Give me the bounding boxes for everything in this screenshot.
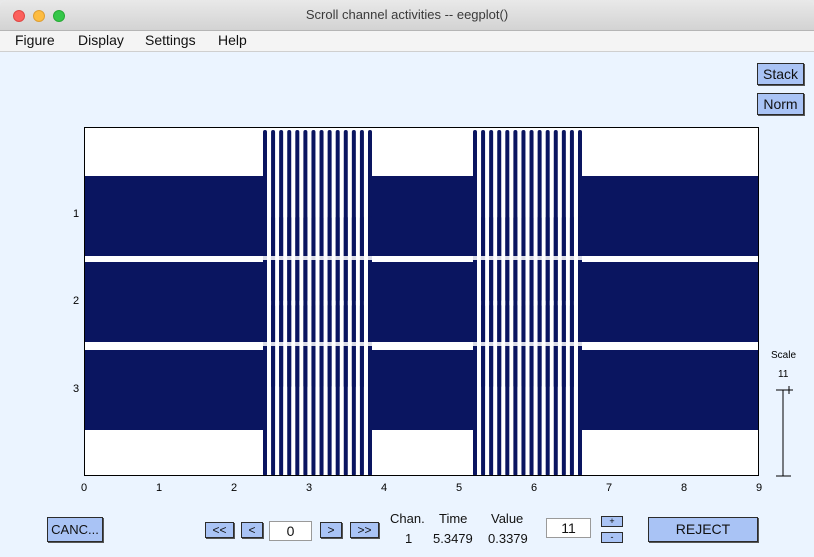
burst-spike bbox=[359, 304, 364, 475]
burst-spike bbox=[271, 304, 276, 475]
burst-spike bbox=[578, 304, 582, 475]
menu-display[interactable]: Display bbox=[78, 32, 124, 48]
burst-spike bbox=[545, 304, 550, 475]
burst-spike bbox=[513, 304, 518, 475]
stack-button[interactable]: Stack bbox=[757, 63, 804, 85]
burst-spike bbox=[295, 304, 300, 475]
eeg-plot-area[interactable] bbox=[84, 127, 759, 476]
x-tick-label: 5 bbox=[456, 482, 463, 494]
x-tick-label: 7 bbox=[606, 482, 613, 494]
x-tick-label: 3 bbox=[306, 482, 313, 494]
scale-field[interactable]: 11 bbox=[546, 518, 591, 538]
burst-spike bbox=[319, 304, 324, 475]
x-tick-label: 9 bbox=[756, 482, 763, 494]
menu-figure[interactable]: Figure bbox=[15, 32, 55, 48]
scroll-prev-button[interactable]: < bbox=[241, 522, 263, 538]
trace-band bbox=[85, 262, 265, 342]
scroll-next-button[interactable]: > bbox=[320, 522, 342, 538]
burst-spike bbox=[529, 304, 534, 475]
burst-spike bbox=[561, 304, 566, 475]
scroll-first-button[interactable]: << bbox=[205, 522, 234, 538]
scale-increase-button[interactable]: + bbox=[601, 516, 623, 527]
channel-label-3: 3 bbox=[73, 383, 80, 395]
x-tick-label: 4 bbox=[381, 482, 388, 494]
scale-decrease-button[interactable]: - bbox=[601, 532, 623, 543]
trace-band bbox=[580, 262, 758, 342]
value-value: 0.3379 bbox=[488, 531, 528, 546]
channel-label-1: 1 bbox=[73, 208, 80, 220]
time-header: Time bbox=[439, 511, 468, 526]
burst-spike bbox=[343, 304, 348, 475]
window-title: Scroll channel activities -- eegplot() bbox=[305, 7, 509, 22]
burst-spike bbox=[327, 304, 332, 475]
menu-bar: Figure Display Settings Help bbox=[0, 31, 814, 52]
chan-header: Chan. bbox=[390, 511, 425, 526]
x-tick-label: 1 bbox=[156, 482, 163, 494]
burst-spike bbox=[311, 304, 316, 475]
burst-spike bbox=[553, 304, 558, 475]
burst-spike bbox=[569, 304, 574, 475]
burst-spike bbox=[368, 304, 372, 475]
scroll-last-button[interactable]: >> bbox=[350, 522, 379, 538]
scale-label: Scale bbox=[771, 350, 797, 361]
channel-gap bbox=[85, 256, 758, 260]
burst-spike bbox=[537, 304, 542, 475]
time-value: 5.3479 bbox=[433, 531, 473, 546]
eegplot-window: Scroll channel activities -- eegplot() F… bbox=[0, 0, 814, 557]
burst-spike bbox=[303, 304, 308, 475]
burst-spike bbox=[505, 304, 510, 475]
trace-band bbox=[580, 350, 758, 430]
trace-band bbox=[85, 176, 265, 256]
trace-band bbox=[370, 176, 475, 256]
title-bar: Scroll channel activities -- eegplot() bbox=[0, 0, 814, 31]
burst-spike bbox=[335, 304, 340, 475]
burst-spike bbox=[279, 304, 284, 475]
trace-band bbox=[580, 176, 758, 256]
scale-bar bbox=[776, 386, 793, 477]
chan-value: 1 bbox=[405, 531, 413, 546]
eeg-traces bbox=[85, 130, 758, 475]
position-field[interactable]: 0 bbox=[269, 521, 312, 541]
burst-spike bbox=[521, 304, 526, 475]
channel-label-2: 2 bbox=[73, 295, 80, 307]
menu-settings[interactable]: Settings bbox=[145, 32, 196, 48]
burst-spike bbox=[287, 304, 292, 475]
trace-band bbox=[370, 350, 475, 430]
x-tick-label: 0 bbox=[81, 482, 88, 494]
menu-help[interactable]: Help bbox=[218, 32, 247, 48]
burst-spike bbox=[497, 304, 502, 475]
burst-spike bbox=[351, 304, 356, 475]
x-tick-label: 2 bbox=[231, 482, 238, 494]
value-header: Value bbox=[491, 511, 524, 526]
x-tick-label: 8 bbox=[681, 482, 688, 494]
burst-spike bbox=[481, 304, 486, 475]
burst-spike bbox=[473, 304, 477, 475]
channel-gap bbox=[85, 342, 758, 346]
cancel-button[interactable]: CANC... bbox=[47, 517, 103, 542]
trace-band bbox=[370, 262, 475, 342]
x-tick-label: 6 bbox=[531, 482, 538, 494]
norm-button[interactable]: Norm bbox=[757, 93, 804, 115]
reject-button[interactable]: REJECT bbox=[648, 517, 758, 542]
trace-band bbox=[85, 350, 265, 430]
burst-spike bbox=[489, 304, 494, 475]
burst-spike bbox=[263, 304, 267, 475]
scale-value: 11 bbox=[778, 369, 789, 380]
